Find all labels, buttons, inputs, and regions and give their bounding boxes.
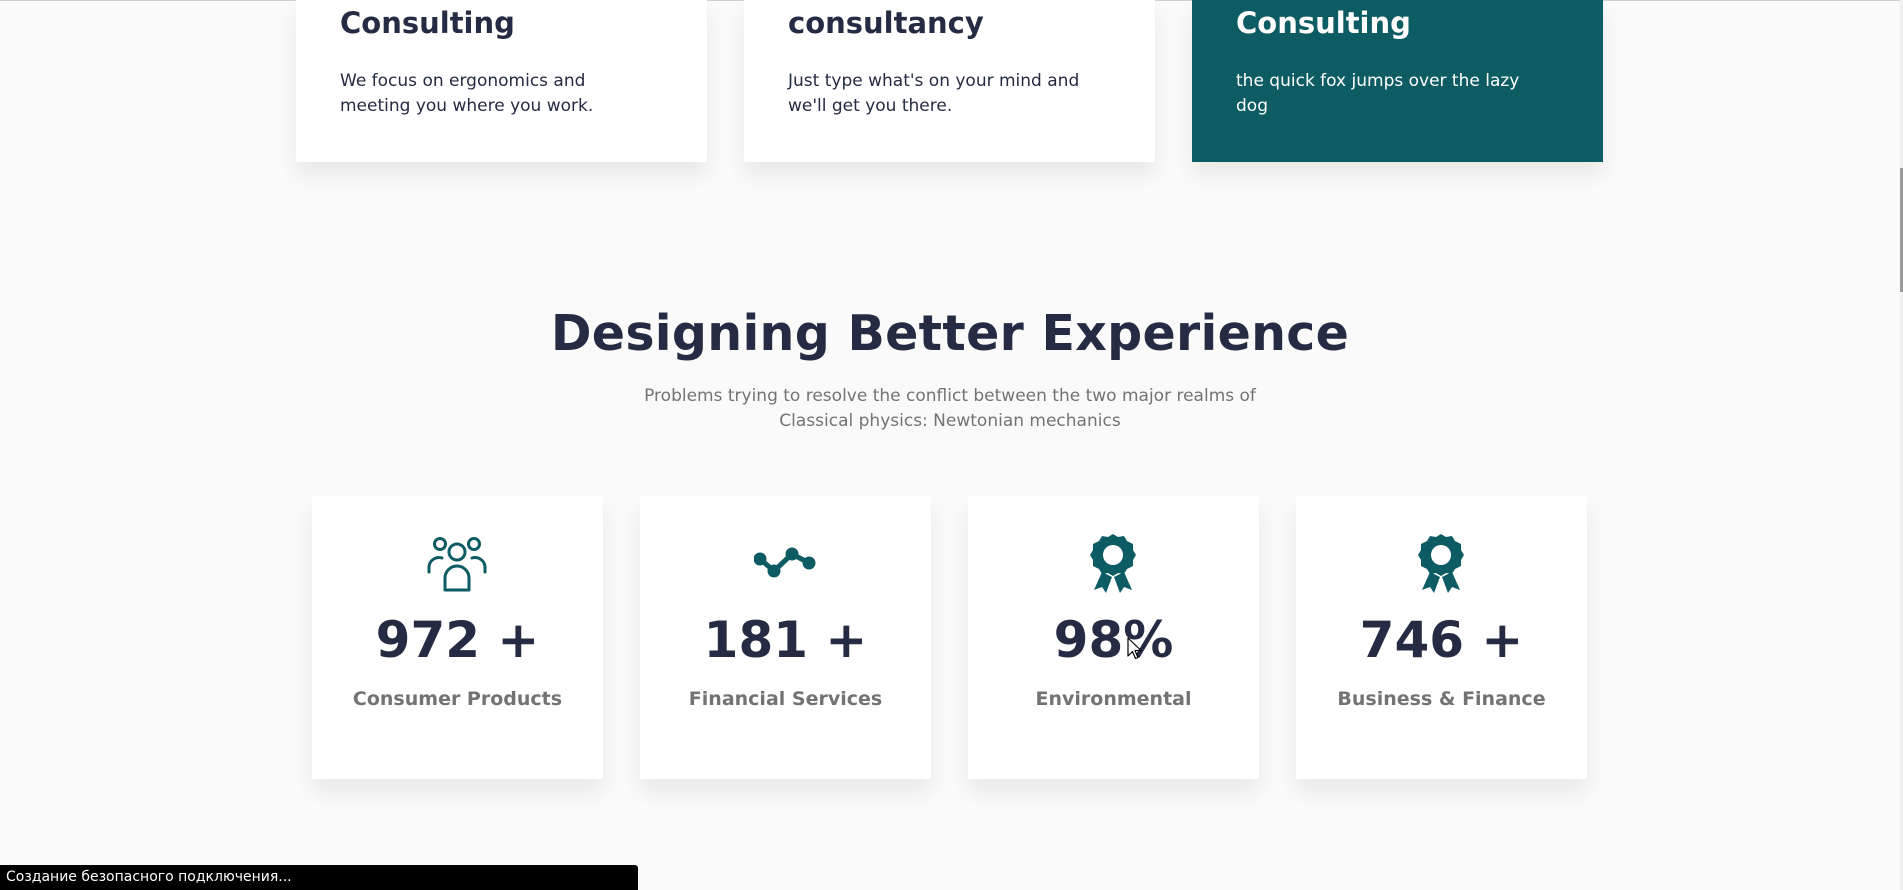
service-card-environmental[interactable]: Environmental Consulting We focus on erg… (296, 0, 707, 162)
service-card-description: the quick fox jumps over the lazy dog (1236, 71, 1520, 116)
award-icon (1410, 532, 1472, 594)
stat-value: 746 + (1359, 611, 1524, 669)
stat-label: Financial Services (688, 688, 883, 710)
trend-line-icon (754, 532, 816, 594)
service-card-title: Environmental Consulting (340, 6, 515, 40)
mouse-cursor-icon (1127, 637, 1143, 661)
stat-value: 181 + (703, 611, 868, 669)
service-card-description: We focus on ergonomics and meeting you w… (340, 71, 594, 116)
stat-card-consumer-products: 972 + Consumer Products (312, 496, 603, 779)
stat-value: 98% (1053, 611, 1174, 669)
service-card-finance[interactable]: Finance and consultancy Just type what's… (744, 0, 1155, 162)
stat-value: 972 + (375, 611, 540, 669)
stat-card-business-finance: 746 + Business & Finance (1296, 496, 1587, 779)
section-title: Designing Better Experience (550, 305, 1350, 362)
award-icon (1082, 532, 1144, 594)
stat-label: Environmental (1035, 688, 1192, 710)
service-card-description: Just type what's on your mind and we'll … (788, 71, 1080, 116)
service-card-financial-services[interactable]: Financial Services Consulting the quick … (1192, 0, 1603, 162)
service-card-title: Financial Services Consulting (1236, 6, 1411, 40)
users-icon (426, 532, 488, 594)
stat-label: Consumer Products (352, 688, 563, 710)
section-subtitle: Problems trying to resolve the conflict … (644, 386, 1256, 431)
stat-card-environmental: 98% Environmental (968, 496, 1259, 779)
browser-status-bar: Создание безопасного подключения... (0, 865, 638, 890)
service-card-title: Finance and consultancy (788, 6, 984, 40)
stat-label: Business & Finance (1337, 688, 1546, 710)
stat-card-financial-services: 181 + Financial Services (640, 496, 931, 779)
